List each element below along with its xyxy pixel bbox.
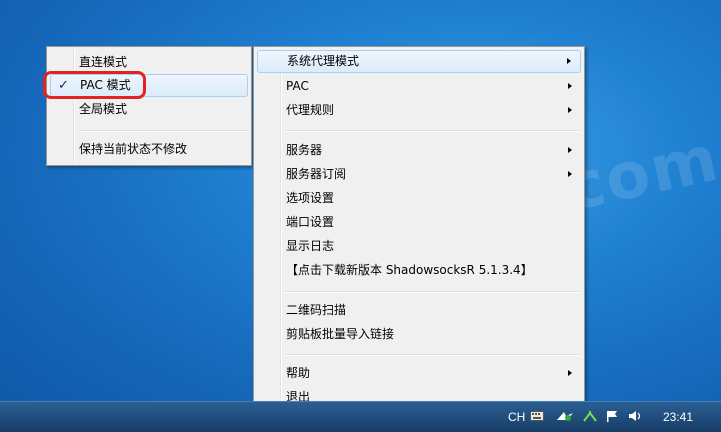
menu-item-system-proxy-mode[interactable]: 系统代理模式	[257, 50, 581, 73]
submenu-arrow-icon	[567, 58, 571, 64]
menu-item-show-log[interactable]: 显示日志	[257, 235, 581, 258]
taskbar: CH 23:41	[0, 401, 721, 432]
menu-item-help[interactable]: 帮助	[257, 362, 581, 385]
shadowsocks-icon[interactable]	[556, 410, 574, 422]
menu-separator	[78, 130, 248, 132]
menu-item-label: PAC	[286, 79, 309, 93]
tray-context-menu: 系统代理模式 PAC 代理规则 服务器 服务器订阅 选项设置 端口设置 显示日志…	[253, 46, 585, 410]
submenu-arrow-icon	[568, 147, 572, 153]
menu-item-label: 系统代理模式	[287, 54, 360, 68]
menu-item-label: 二维码扫描	[286, 303, 347, 317]
submenu-arrow-icon	[568, 370, 572, 376]
menu-item-label: 代理规则	[286, 103, 335, 117]
proxy-mode-submenu: 直连模式 ✓ PAC 模式 全局模式 保持当前状态不修改	[46, 46, 252, 166]
menu-item-label: 选项设置	[286, 191, 335, 205]
menu-item-label: 端口设置	[286, 215, 335, 229]
menu-item-label: 显示日志	[286, 239, 335, 253]
menu-item-qr-scan[interactable]: 二维码扫描	[257, 299, 581, 322]
menu-item-label: 服务器订阅	[286, 167, 347, 181]
menu-separator	[285, 130, 581, 132]
language-indicator[interactable]: CH	[508, 410, 525, 424]
flag-icon[interactable]	[606, 410, 620, 422]
highlight-annotation	[43, 71, 146, 99]
menu-item-servers[interactable]: 服务器	[257, 139, 581, 162]
menu-item-clipboard-import[interactable]: 剪贴板批量导入链接	[257, 323, 581, 346]
menu-item-label: 帮助	[286, 366, 311, 380]
menu-item-options[interactable]: 选项设置	[257, 187, 581, 210]
menu-item-label: 【点击下载新版本 ShadowsocksR 5.1.3.4】	[286, 263, 533, 277]
menu-item-pac[interactable]: PAC	[257, 75, 581, 98]
menu-item-label: 保持当前状态不修改	[79, 142, 188, 156]
submenu-arrow-icon	[568, 171, 572, 177]
menu-item-label: 服务器	[286, 143, 323, 157]
menu-item-port-settings[interactable]: 端口设置	[257, 211, 581, 234]
menu-separator	[285, 291, 581, 293]
menu-item-keep-state[interactable]: 保持当前状态不修改	[50, 138, 248, 161]
menu-separator	[285, 354, 581, 356]
submenu-arrow-icon	[568, 107, 572, 113]
network-icon[interactable]	[583, 410, 597, 422]
menu-item-label: 全局模式	[79, 102, 128, 116]
menu-item-download-update[interactable]: 【点击下载新版本 ShadowsocksR 5.1.3.4】	[257, 259, 581, 282]
clock[interactable]: 23:41	[663, 410, 693, 424]
menu-item-global-mode[interactable]: 全局模式	[50, 98, 248, 121]
menu-item-label: 剪贴板批量导入链接	[286, 327, 395, 341]
submenu-arrow-icon	[568, 83, 572, 89]
keyboard-icon[interactable]	[530, 410, 544, 422]
menu-item-proxy-rules[interactable]: 代理规则	[257, 99, 581, 122]
volume-icon[interactable]	[628, 410, 642, 422]
menu-item-server-subscription[interactable]: 服务器订阅	[257, 163, 581, 186]
